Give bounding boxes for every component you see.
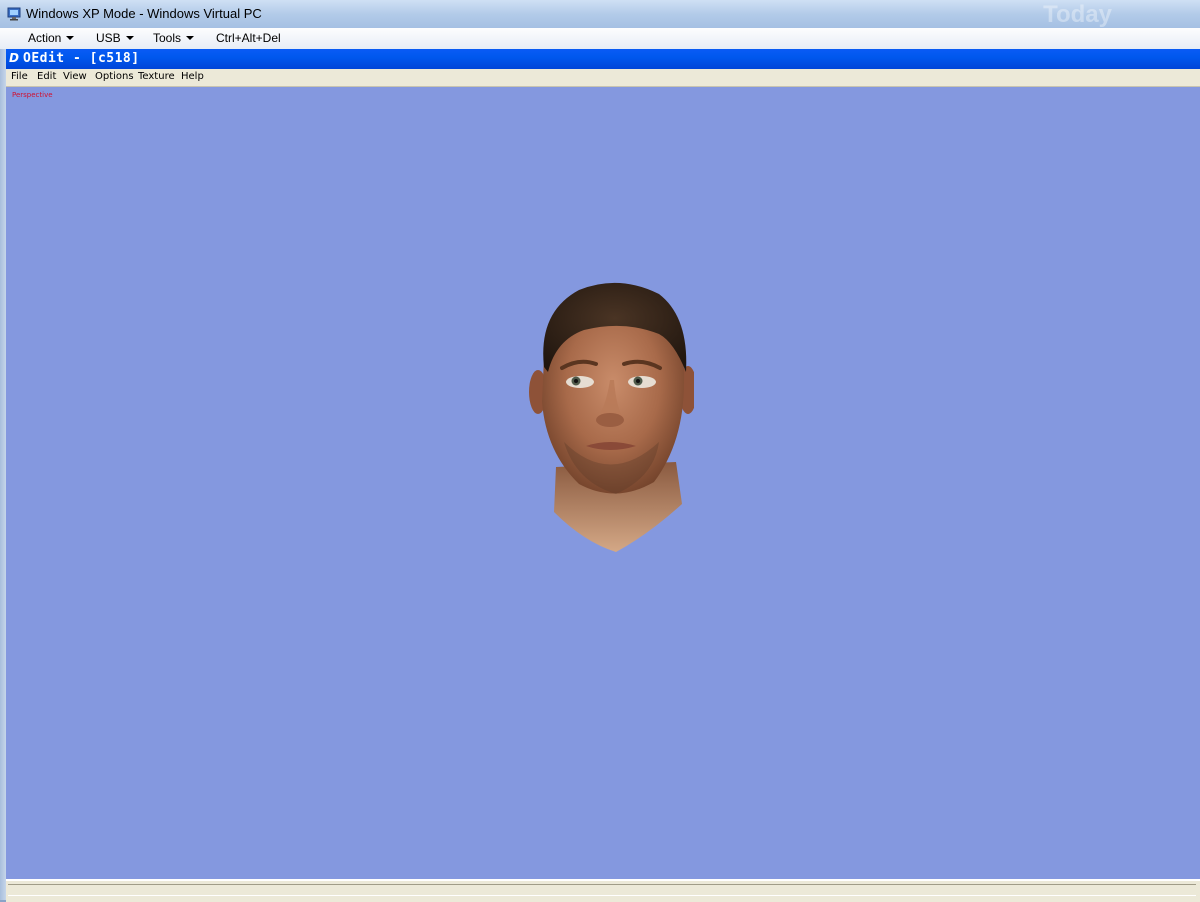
menu-texture[interactable]: Texture (138, 71, 175, 82)
menu-help[interactable]: Help (181, 71, 204, 82)
host-menubar: Action USB Tools Ctrl+Alt+Del (0, 28, 1200, 50)
viewport-label: Perspective (12, 91, 53, 99)
host-titlebar[interactable]: Windows XP Mode - Windows Virtual PC Tod… (0, 0, 1200, 28)
menu-options[interactable]: Options (95, 71, 134, 82)
host-menu-tools[interactable]: Tools (153, 31, 195, 45)
host-menu-usb[interactable]: USB (96, 31, 134, 45)
menu-file[interactable]: File (11, 71, 28, 82)
status-bar (6, 879, 1200, 902)
host-window-title: Windows XP Mode - Windows Virtual PC (26, 6, 262, 21)
host-window: Windows XP Mode - Windows Virtual PC Tod… (0, 0, 1200, 902)
xp-titlebar[interactable]: D OEdit - [c518] (6, 49, 1200, 69)
chevron-down-icon (66, 36, 75, 40)
host-menu-ctrl-alt-del[interactable]: Ctrl+Alt+Del (216, 31, 281, 45)
chevron-down-icon (125, 36, 134, 40)
head-3d-model (529, 282, 694, 552)
chevron-down-icon (186, 36, 195, 40)
xp-menubar: File Edit View Options Texture Help (6, 69, 1200, 87)
xp-app-window: D OEdit - [c518] File Edit View Options … (6, 49, 1200, 902)
status-bar-panel (8, 884, 1196, 896)
virtual-pc-icon (7, 7, 21, 21)
menu-edit[interactable]: Edit (37, 71, 56, 82)
oedit-app-icon: D (9, 51, 19, 65)
menu-view[interactable]: View (63, 71, 87, 82)
host-watermark-text: Today (1043, 1, 1112, 28)
host-menu-action[interactable]: Action (28, 31, 75, 45)
perspective-viewport[interactable]: Perspective (6, 87, 1200, 879)
xp-window-title: OEdit - [c518] (23, 51, 140, 66)
